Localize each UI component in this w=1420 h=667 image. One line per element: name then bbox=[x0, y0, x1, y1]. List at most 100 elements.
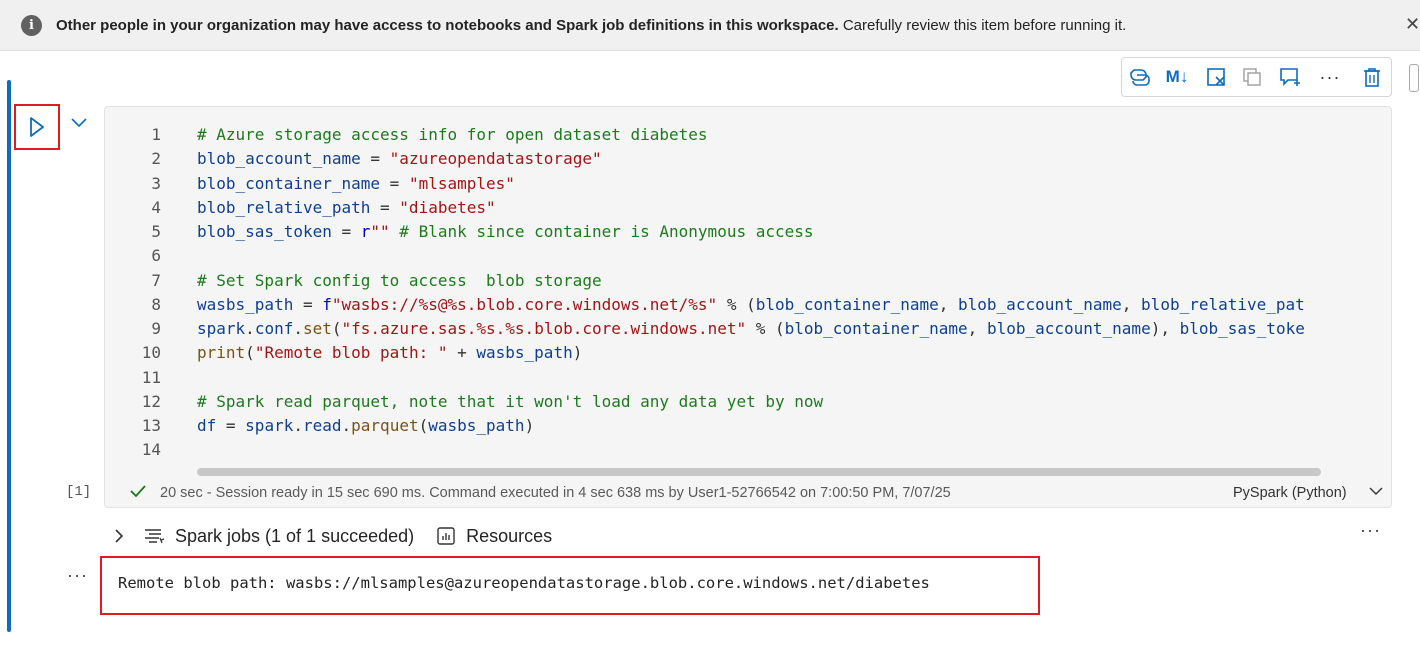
clear-output-icon[interactable] bbox=[1203, 65, 1229, 89]
line-number: 3 bbox=[151, 173, 161, 193]
code-token: conf bbox=[254, 319, 294, 338]
code-token: ( bbox=[418, 416, 429, 435]
code-line: 7 # Set Spark config to access blob stora… bbox=[105, 269, 1305, 293]
code-token: . bbox=[245, 319, 255, 338]
code-line: 10 print("Remote blob path: " + wasbs_pat… bbox=[105, 341, 1305, 365]
code-line: 2 blob_account_name = "azureopendatastora… bbox=[105, 147, 1305, 171]
markdown-icon[interactable]: M↓ bbox=[1162, 65, 1192, 89]
code-token: "wasbs://%s@%s.blob.core.windows.net/%s" bbox=[331, 294, 718, 314]
chevron-down-icon[interactable] bbox=[69, 116, 89, 130]
code-token: # Spark read parquet, note that it won't… bbox=[197, 391, 824, 411]
check-icon bbox=[130, 485, 146, 498]
code-token: # Set Spark config to access blob storag… bbox=[197, 270, 602, 290]
copilot-icon[interactable] bbox=[1127, 65, 1153, 89]
code-token: "" bbox=[370, 222, 390, 241]
code-token: blob_account_name bbox=[986, 319, 1151, 338]
output-text: Remote blob path: wasbs://mlsamples@azur… bbox=[118, 574, 930, 592]
code-token: "mlsamples" bbox=[408, 173, 515, 193]
line-number: 9 bbox=[151, 319, 161, 338]
code-line: 3 blob_container_name = "mlsamples" bbox=[105, 172, 1305, 196]
line-number: 13 bbox=[141, 416, 161, 435]
code-token: = bbox=[380, 173, 409, 193]
code-token: "azureopendatastorage" bbox=[389, 149, 602, 169]
execution-count: [1] bbox=[66, 484, 92, 500]
run-cell-button[interactable] bbox=[14, 104, 60, 150]
code-token: . bbox=[293, 319, 303, 338]
code-token: blob_sas_token bbox=[197, 222, 332, 241]
line-number: 7 bbox=[151, 270, 161, 290]
code-token: blob_account_name bbox=[197, 149, 361, 169]
code-token: , bbox=[967, 319, 987, 338]
code-token: blob_account_name bbox=[958, 294, 1122, 314]
code-line: 11 bbox=[105, 366, 1305, 390]
chevron-right-icon[interactable] bbox=[113, 528, 125, 544]
code-token: "fs.azure.sas.%s.%s.blob.core.windows.ne… bbox=[341, 319, 747, 338]
line-number: 11 bbox=[141, 367, 161, 387]
code-token: = bbox=[331, 222, 361, 241]
code-token: print bbox=[197, 343, 246, 363]
code-line: 14 bbox=[105, 438, 1305, 462]
code-token: ) bbox=[572, 343, 583, 363]
code-token: % ( bbox=[746, 319, 785, 338]
code-token: "Remote blob path: " bbox=[254, 343, 448, 363]
code-line: 1 # Azure storage access info for open da… bbox=[105, 123, 1305, 147]
code-token: parquet bbox=[351, 416, 419, 435]
code-line: 12 # Spark read parquet, note that it won… bbox=[105, 390, 1305, 414]
code-token: f bbox=[322, 294, 332, 314]
close-icon[interactable]: ✕ bbox=[1405, 14, 1420, 35]
code-token: = bbox=[360, 149, 390, 169]
line-number: 14 bbox=[141, 440, 161, 460]
spark-jobs-row: Spark jobs (1 of 1 succeeded) Resources bbox=[113, 522, 552, 550]
code-token: ( bbox=[331, 319, 342, 338]
chevron-down-icon[interactable] bbox=[1368, 485, 1384, 497]
code-cell[interactable]: 1 # Azure storage access info for open da… bbox=[104, 106, 1392, 508]
line-number: 4 bbox=[151, 197, 161, 217]
language-selector[interactable]: PySpark (Python) bbox=[1233, 485, 1347, 501]
line-number: 1 bbox=[151, 125, 161, 144]
info-icon: i bbox=[21, 15, 42, 36]
add-comment-icon[interactable] bbox=[1277, 65, 1303, 89]
code-token: % ( bbox=[717, 294, 756, 314]
more-icon[interactable]: ··· bbox=[1360, 520, 1381, 541]
code-token: = bbox=[216, 416, 246, 435]
cell-focus-bar bbox=[7, 80, 11, 632]
code-token: # Azure storage access info for open dat… bbox=[197, 125, 708, 144]
code-token: + bbox=[447, 343, 477, 363]
code-token: "diabetes" bbox=[399, 197, 496, 217]
jobs-list-icon bbox=[143, 526, 165, 546]
line-number: 5 bbox=[151, 222, 161, 241]
line-number: 12 bbox=[141, 391, 161, 411]
code-token: blob_container_name bbox=[784, 319, 968, 338]
code-line: 13 df = spark.read.parquet(wasbs_path) bbox=[105, 414, 1305, 438]
play-icon bbox=[30, 117, 44, 137]
code-line: 5 blob_sas_token = r"" # Blank since cont… bbox=[105, 220, 1305, 244]
cell-toolbar: M↓ ··· bbox=[1121, 57, 1392, 97]
horizontal-scrollbar[interactable] bbox=[197, 468, 1321, 476]
line-number: 2 bbox=[151, 149, 161, 169]
cell-output: Remote blob path: wasbs://mlsamples@azur… bbox=[100, 556, 1040, 615]
code-editor[interactable]: 1 # Azure storage access info for open da… bbox=[105, 123, 1305, 463]
code-token: ), bbox=[1150, 319, 1180, 338]
code-token: wasbs_path bbox=[428, 416, 525, 435]
duplicate-cell-icon[interactable] bbox=[1239, 65, 1265, 89]
delete-icon[interactable] bbox=[1359, 65, 1385, 89]
code-token: set bbox=[302, 319, 332, 338]
code-token: blob_sas_toke bbox=[1179, 319, 1305, 338]
resources-icon bbox=[436, 526, 456, 546]
resources-label[interactable]: Resources bbox=[466, 526, 552, 547]
code-token: . bbox=[341, 416, 352, 435]
code-token: spark bbox=[197, 319, 246, 338]
spark-jobs-label[interactable]: Spark jobs (1 of 1 succeeded) bbox=[175, 526, 414, 547]
page-scrollbar[interactable] bbox=[1409, 64, 1419, 92]
code-token: , bbox=[1121, 294, 1142, 314]
output-more-icon[interactable]: ··· bbox=[67, 565, 88, 586]
cell-status-bar: 20 sec - Session ready in 15 sec 690 ms.… bbox=[105, 479, 1391, 507]
code-token: = bbox=[370, 197, 400, 217]
code-line: 6 bbox=[105, 244, 1305, 268]
more-icon[interactable]: ··· bbox=[1316, 65, 1344, 89]
code-token: r bbox=[360, 222, 371, 241]
line-number: 10 bbox=[141, 343, 161, 363]
banner-normal-text: Carefully review this item before runnin… bbox=[838, 17, 1127, 34]
code-token: ( bbox=[245, 343, 255, 363]
code-token: wasbs_path bbox=[197, 294, 294, 314]
